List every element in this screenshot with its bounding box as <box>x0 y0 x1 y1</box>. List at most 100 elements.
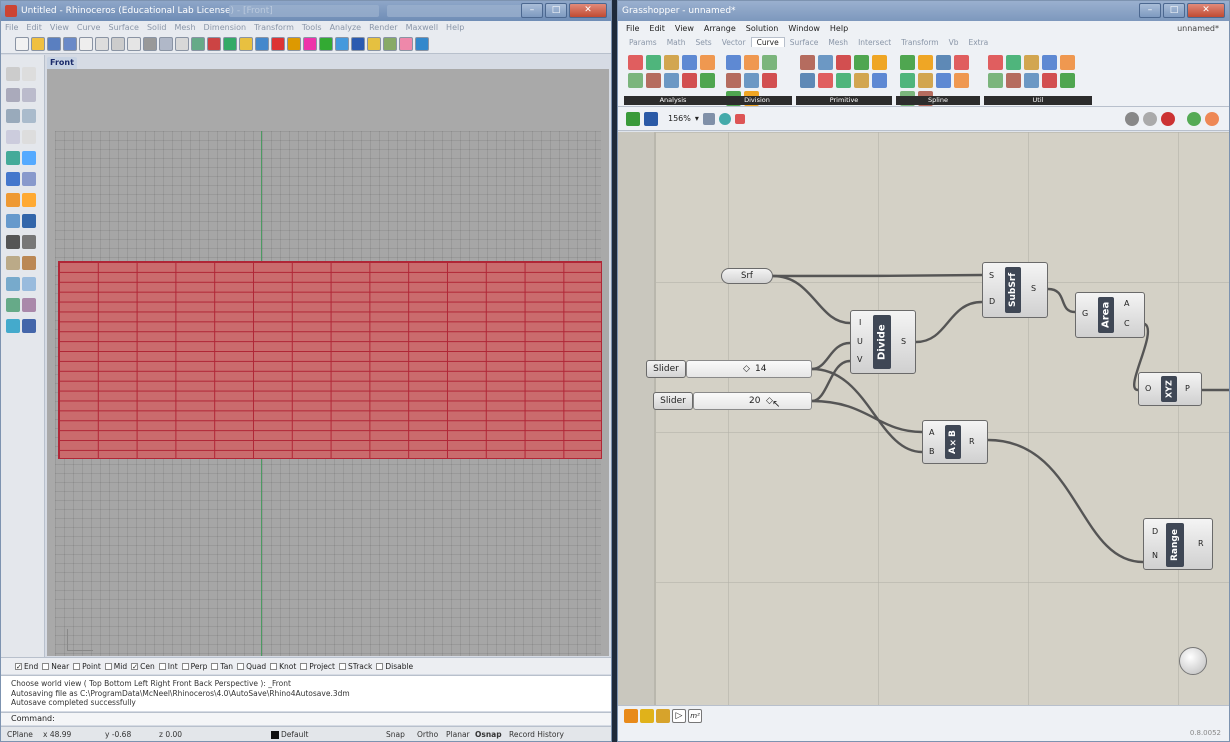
gh-tab-surface[interactable]: Surface <box>785 38 824 47</box>
gh-component-icon[interactable] <box>900 55 915 70</box>
status-cplane[interactable]: CPlane <box>7 727 33 741</box>
rhino-tool-icon[interactable] <box>22 88 36 102</box>
subsrf-input-d[interactable]: D <box>989 297 995 306</box>
slider-1-grip-icon[interactable]: ◇ <box>743 361 750 377</box>
rhino-tool-icon[interactable] <box>22 151 36 165</box>
rhino-tool-icon[interactable] <box>159 36 173 51</box>
range-input-n[interactable]: N <box>1152 551 1158 560</box>
rhino-tool-icon[interactable] <box>6 214 20 228</box>
gh-tab-intersect[interactable]: Intersect <box>853 38 896 47</box>
divide-input-u[interactable]: U <box>857 337 863 346</box>
slider-1-track[interactable]: ◇ 14 <box>686 360 812 378</box>
osnap-mid[interactable]: Mid <box>104 662 127 671</box>
rhino-tool-icon[interactable] <box>47 36 61 51</box>
gh-component-icon[interactable] <box>818 55 833 70</box>
gh-component-icon[interactable] <box>1042 73 1057 88</box>
command-prompt[interactable]: Command: <box>1 712 611 725</box>
rhino-tool-icon[interactable] <box>22 256 36 270</box>
rhino-tool-icon[interactable] <box>6 67 20 81</box>
record-history-toggle[interactable]: Record History <box>509 727 564 741</box>
rhino-tool-icon[interactable] <box>223 36 237 51</box>
rhino-tool-icon[interactable] <box>6 277 20 291</box>
units-icon[interactable]: m² <box>688 709 702 723</box>
gh-component-icon[interactable] <box>1024 55 1039 70</box>
rhino-menu-help[interactable]: Help <box>446 23 464 32</box>
viewport-tab-front[interactable]: Front <box>47 57 77 69</box>
rhino-tool-icon[interactable] <box>22 235 36 249</box>
subsrf-input-s[interactable]: S <box>989 271 994 280</box>
rhino-menu-dimension[interactable]: Dimension <box>204 23 247 32</box>
gh-component-icon[interactable] <box>700 73 715 88</box>
minimize-button[interactable]: – <box>521 3 543 18</box>
preview-selected-icon[interactable] <box>1187 111 1201 126</box>
osnap-knot[interactable]: Knot <box>270 662 296 671</box>
rhino-menu-file[interactable]: File <box>5 23 18 32</box>
gh-component-icon[interactable] <box>836 73 851 88</box>
gh-component-icon[interactable] <box>700 55 715 70</box>
osnap-point[interactable]: Point <box>73 662 101 671</box>
slider-2-track[interactable]: 20 ◇ ↖ <box>693 392 812 410</box>
preview-wire-icon[interactable] <box>1143 111 1157 126</box>
preview-color-icon[interactable] <box>1205 111 1219 126</box>
gh-menu-view[interactable]: View <box>675 24 694 33</box>
preview-off-icon[interactable] <box>1125 111 1139 126</box>
xyz-output-p[interactable]: P <box>1185 384 1190 393</box>
gh-component-icon[interactable] <box>682 55 697 70</box>
divide-output-s[interactable]: S <box>901 337 906 346</box>
range-component[interactable]: D N Range R <box>1143 518 1213 570</box>
osnap-strack[interactable]: STrack <box>338 662 372 671</box>
gh-tab-vector[interactable]: Vector <box>717 38 751 47</box>
rhino-tool-icon[interactable] <box>22 214 36 228</box>
rhino-tool-icon[interactable] <box>287 36 301 51</box>
gh-tab-curve[interactable]: Curve <box>750 37 785 47</box>
slider-1-label[interactable]: Slider <box>646 360 686 378</box>
open-file-icon[interactable] <box>626 111 640 126</box>
rhino-tool-icon[interactable] <box>6 130 20 144</box>
rhino-tool-icon[interactable] <box>303 36 317 51</box>
rhino-tool-icon[interactable] <box>6 235 20 249</box>
play-icon[interactable]: ▷ <box>672 709 686 723</box>
preview-shaded-icon[interactable] <box>1161 111 1175 126</box>
gh-tab-math[interactable]: Math <box>662 38 691 47</box>
rhino-tool-icon[interactable] <box>6 319 20 333</box>
rhino-tool-icon[interactable] <box>6 88 20 102</box>
gh-component-icon[interactable] <box>836 55 851 70</box>
gh-component-icon[interactable] <box>1006 73 1021 88</box>
rhino-tool-icon[interactable] <box>319 36 333 51</box>
gh-component-icon[interactable] <box>800 73 815 88</box>
gh-component-icon[interactable] <box>682 73 697 88</box>
osnap-perp[interactable]: Perp <box>181 662 207 671</box>
rhino-tool-icon[interactable] <box>6 193 20 207</box>
gh-tab-mesh[interactable]: Mesh <box>823 38 853 47</box>
gh-component-icon[interactable] <box>1024 73 1039 88</box>
rhino-tool-icon[interactable] <box>399 36 413 51</box>
zoom-dropdown-icon[interactable]: ▾ <box>695 114 699 123</box>
gh-component-icon[interactable] <box>954 73 969 88</box>
zoom-level[interactable]: 156% <box>668 114 691 123</box>
bake-icon[interactable] <box>624 709 638 723</box>
rhino-tool-icon[interactable] <box>79 36 93 51</box>
rhino-menu-transform[interactable]: Transform <box>254 23 294 32</box>
gh-component-icon[interactable] <box>726 55 741 70</box>
gh-menu-file[interactable]: File <box>626 24 639 33</box>
gh-component-icon[interactable] <box>872 55 887 70</box>
gh-tab-extra[interactable]: Extra <box>963 38 993 47</box>
rhino-titlebar[interactable]: Untitled - Rhinoceros (Educational Lab L… <box>1 1 611 21</box>
snap-toggle[interactable]: Snap <box>386 727 405 741</box>
rhino-tool-icon[interactable] <box>335 36 349 51</box>
divide-component[interactable]: I U V Divide S <box>850 310 916 374</box>
osnap-cen[interactable]: ✓ Cen <box>131 662 155 671</box>
rhino-menu-render[interactable]: Render <box>369 23 397 32</box>
planar-toggle[interactable]: Planar <box>446 727 470 741</box>
osnap-toggle[interactable]: Osnap <box>475 727 502 741</box>
rhino-tool-icon[interactable] <box>383 36 397 51</box>
gh-component-icon[interactable] <box>918 73 933 88</box>
rhino-tool-icon[interactable] <box>127 36 141 51</box>
gh-component-icon[interactable] <box>646 55 661 70</box>
gh-titlebar[interactable]: Grasshopper - unnamed* – □ ✕ <box>618 1 1229 21</box>
osnap-end[interactable]: ✓ End <box>15 662 38 671</box>
rhino-tool-icon[interactable] <box>22 193 36 207</box>
rhino-menu-curve[interactable]: Curve <box>77 23 101 32</box>
rhino-tool-icon[interactable] <box>31 36 45 51</box>
rhino-tool-icon[interactable] <box>111 36 125 51</box>
